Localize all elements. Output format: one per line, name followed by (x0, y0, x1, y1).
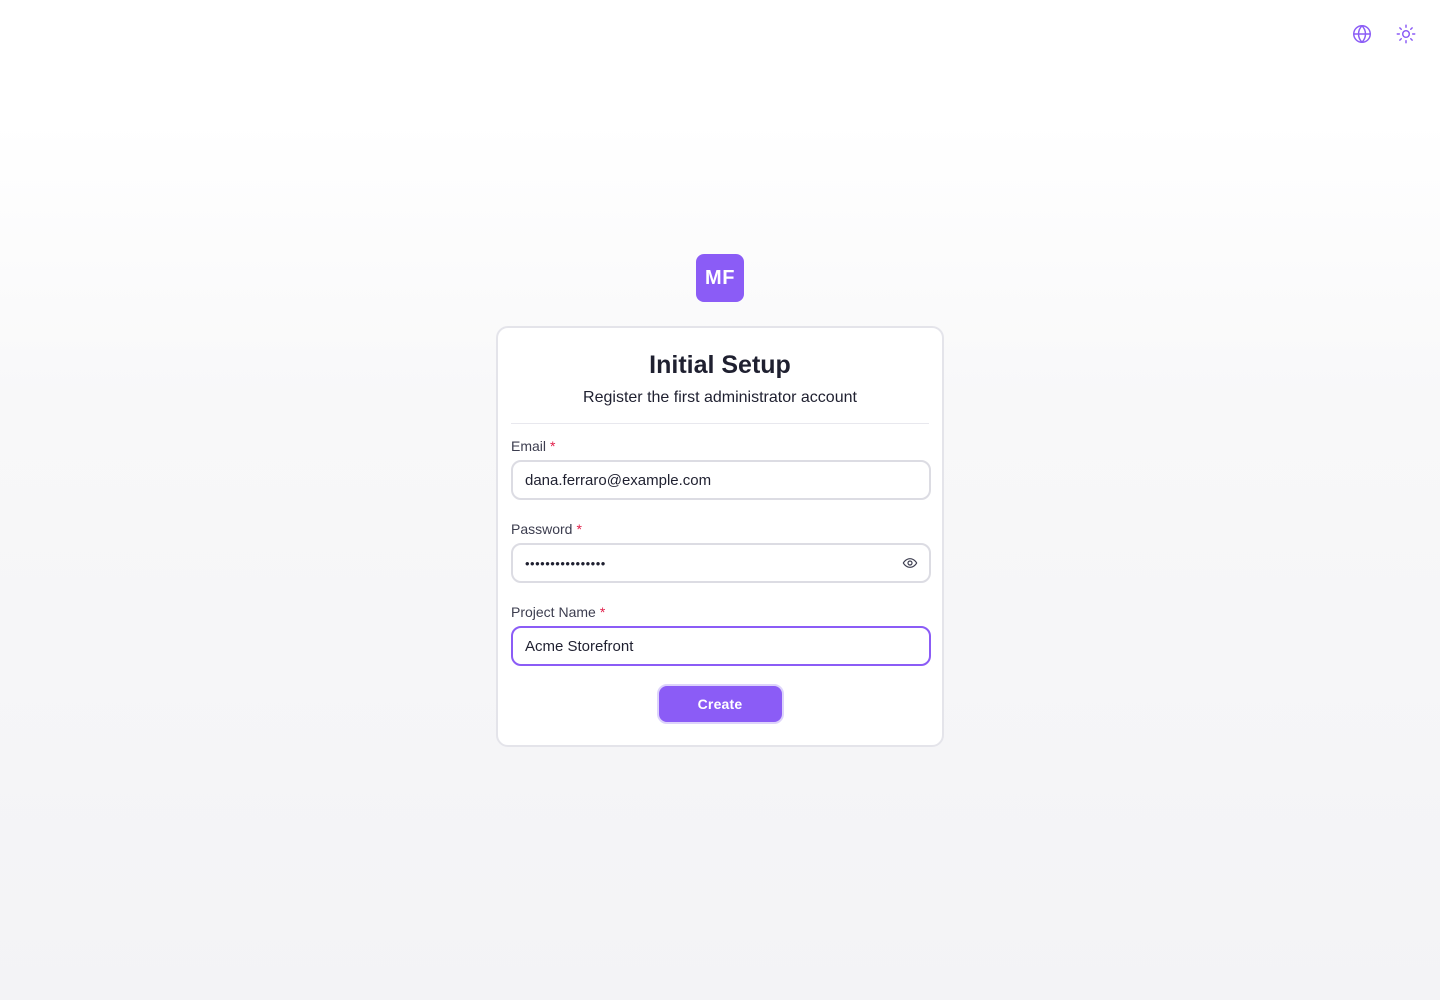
card-header: Initial Setup Register the first adminis… (511, 328, 929, 424)
password-input[interactable] (513, 545, 929, 581)
create-button[interactable]: Create (656, 684, 784, 724)
required-marker: * (550, 438, 556, 454)
password-input-wrapper (511, 543, 931, 583)
form-actions: Create (511, 684, 929, 724)
email-input[interactable] (513, 462, 929, 498)
email-label: Email * (511, 438, 929, 454)
project-name-label: Project Name * (511, 604, 929, 620)
setup-card: Initial Setup Register the first adminis… (496, 326, 944, 747)
project-name-input-wrapper (511, 626, 931, 666)
password-label: Password * (511, 521, 929, 537)
email-label-text: Email (511, 438, 547, 454)
app-logo: MF (696, 254, 744, 302)
globe-icon[interactable] (1350, 22, 1374, 46)
page-subtitle: Register the first administrator account (583, 389, 857, 406)
email-field-group: Email * (511, 438, 931, 500)
project-name-label-text: Project Name (511, 604, 596, 620)
page-title: Initial Setup (649, 351, 791, 379)
project-name-input[interactable] (513, 628, 929, 664)
top-actions (1350, 22, 1418, 46)
project-name-field-group: Project Name * (511, 604, 931, 666)
password-field-group: Password * (511, 521, 931, 583)
required-marker: * (599, 604, 606, 620)
setup-form: Email * Password * (511, 424, 931, 724)
password-label-text: Password (511, 521, 573, 537)
required-marker: * (576, 521, 582, 537)
eye-icon[interactable] (901, 554, 919, 572)
sun-icon[interactable] (1394, 22, 1418, 46)
email-input-wrapper (511, 460, 931, 500)
